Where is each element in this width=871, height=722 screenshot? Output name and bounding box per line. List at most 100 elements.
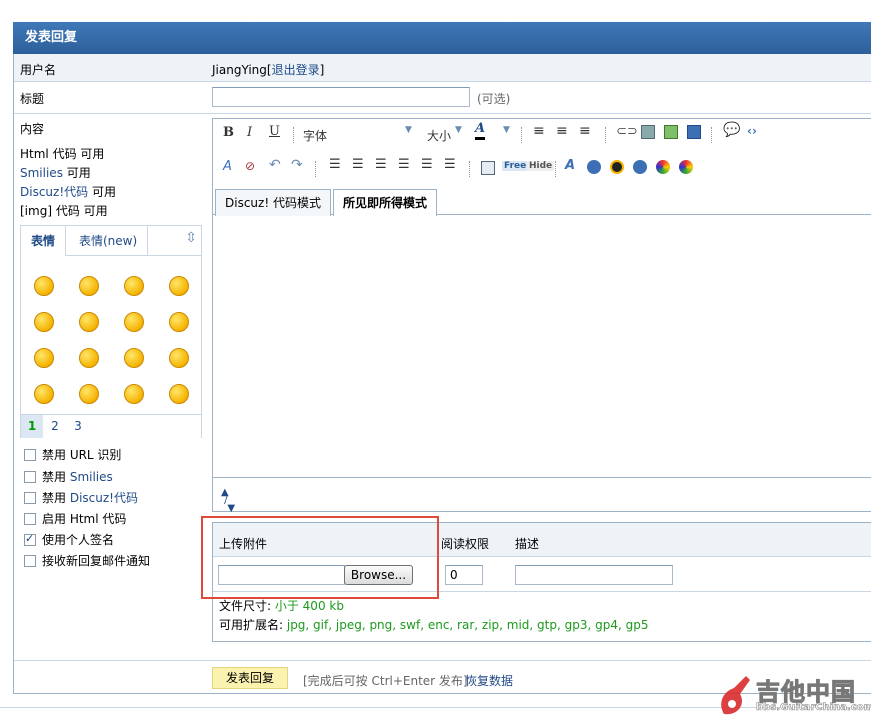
username-value: JiangYing[退出登录] <box>212 61 324 78</box>
restore-data-link[interactable]: 恢复数据 <box>465 672 513 689</box>
link-icon[interactable]: ⊂⊃ <box>616 124 638 139</box>
smiley-icon[interactable] <box>124 276 144 296</box>
read-permission-input[interactable]: 0 <box>445 565 483 585</box>
discuz-code-link[interactable]: Discuz!代码 <box>70 491 138 505</box>
italic-icon[interactable]: I <box>247 125 252 140</box>
smiley-icon[interactable] <box>169 384 189 404</box>
table-icon[interactable] <box>481 161 495 175</box>
smilies-pager: 1 2 3 <box>21 414 201 438</box>
free-icon[interactable]: Free <box>502 161 529 171</box>
hide-icon[interactable]: Hide <box>527 161 555 171</box>
image-icon[interactable] <box>664 125 678 139</box>
subject-optional-hint: (可选) <box>477 92 511 106</box>
align-left-icon[interactable]: ≡ <box>533 123 545 139</box>
guitarchina-watermark: 吉他中国 bbs.GuitarChina.com <box>716 672 871 720</box>
gtp-icon[interactable] <box>656 160 670 174</box>
submit-button[interactable]: 发表回复 <box>212 667 288 689</box>
subject-input[interactable] <box>212 87 470 107</box>
rm-icon[interactable] <box>633 160 647 174</box>
option-email-notify[interactable]: 接收新回复邮件通知 <box>24 554 150 568</box>
discuz-code-link[interactable]: Discuz!代码 <box>20 185 88 199</box>
smiley-icon[interactable] <box>169 276 189 296</box>
editor-toolbar: B I U 字体 ▼ 大小 ▼ A ▼ ≡ ≡ ≡ ⊂⊃ 💬 ‹› A ⊘ ↶ … <box>213 119 871 189</box>
username-label: 用户名 <box>20 63 57 77</box>
expand-arrows-icon[interactable]: ⇳ <box>185 230 197 246</box>
page-1[interactable]: 1 <box>21 415 43 438</box>
tab-wysiwyg-mode[interactable]: 所见即所得模式 <box>333 189 438 217</box>
resize-arrows-icon[interactable]: ▲ / ▼ <box>221 488 235 514</box>
gp-icon[interactable] <box>679 160 693 174</box>
smiley-icon[interactable] <box>124 312 144 332</box>
submit-hint: [完成后可按 Ctrl+Enter 发布] <box>303 674 468 688</box>
chevron-down-icon[interactable]: ▼ <box>503 125 510 135</box>
flash-icon[interactable] <box>587 160 601 174</box>
bold-icon[interactable]: B <box>223 125 234 140</box>
qq-icon[interactable] <box>610 160 624 174</box>
option-disable-smilies[interactable]: 禁用 Smilies <box>24 470 113 484</box>
checkbox-icon[interactable] <box>24 554 36 567</box>
chevron-down-icon[interactable]: ▼ <box>455 125 462 135</box>
tab-smilies-new[interactable]: 表情(new) <box>69 226 149 256</box>
checkbox-checked-icon[interactable] <box>24 532 36 546</box>
float-right-icon[interactable]: ☰ <box>444 157 456 172</box>
smilies-tabs: 表情 表情(new) ⇳ <box>21 226 201 256</box>
redo-icon[interactable]: ↷ <box>291 157 303 173</box>
smilies-link[interactable]: Smilies <box>70 470 113 484</box>
tab-smilies[interactable]: 表情 <box>21 226 67 256</box>
checkbox-icon[interactable] <box>24 512 36 525</box>
outdent-icon[interactable]: ☰ <box>375 157 387 172</box>
align-right-icon[interactable]: ≡ <box>579 123 591 139</box>
align-center-icon[interactable]: ≡ <box>556 123 568 139</box>
page-3[interactable]: 3 <box>67 415 89 438</box>
description-input[interactable] <box>515 565 673 585</box>
logout-link[interactable]: 退出登录 <box>272 63 320 77</box>
underline-icon[interactable]: U <box>269 124 280 139</box>
option-enable-html[interactable]: 启用 Html 代码 <box>24 512 126 526</box>
option-disable-url[interactable]: 禁用 URL 识别 <box>24 448 121 462</box>
note-smilies: Smilies 可用 <box>20 166 91 180</box>
smiley-icon[interactable] <box>79 348 99 368</box>
smiley-icon[interactable] <box>79 312 99 332</box>
undo-icon[interactable]: ↶ <box>269 157 281 173</box>
unlink-icon[interactable]: ⊘ <box>245 159 255 173</box>
guitar-logo-icon <box>721 676 750 715</box>
smiley-icon[interactable] <box>124 384 144 404</box>
smiley-icon[interactable] <box>124 348 144 368</box>
tab-discuz-code-mode[interactable]: Discuz! 代码模式 <box>215 189 331 216</box>
smiley-icon[interactable] <box>79 276 99 296</box>
unordered-list-icon[interactable]: ☰ <box>352 157 364 172</box>
smilies-link[interactable]: Smilies <box>20 166 63 180</box>
rich-text-editor: B I U 字体 ▼ 大小 ▼ A ▼ ≡ ≡ ≡ ⊂⊃ 💬 ‹› A ⊘ ↶ … <box>212 118 871 514</box>
indent-icon[interactable]: ☰ <box>398 157 410 172</box>
quote-icon[interactable]: 💬 <box>723 122 740 138</box>
highlight-box <box>201 516 439 599</box>
font-select[interactable]: 字体 <box>303 127 327 144</box>
option-disable-discuz[interactable]: 禁用 Discuz!代码 <box>24 491 138 505</box>
smiley-icon[interactable] <box>79 384 99 404</box>
text-color-icon[interactable]: A <box>475 121 486 140</box>
ordered-list-icon[interactable]: ☰ <box>329 157 341 172</box>
chevron-down-icon[interactable]: ▼ <box>405 125 412 135</box>
code-icon[interactable]: ‹› <box>747 124 757 138</box>
editor-content-area[interactable] <box>213 216 871 478</box>
email-icon[interactable] <box>641 125 655 139</box>
smiley-icon[interactable] <box>169 312 189 332</box>
smiley-icon[interactable] <box>34 348 54 368</box>
smiley-icon[interactable] <box>34 384 54 404</box>
smilies-panel: 表情 表情(new) ⇳ 1 2 3 <box>20 225 202 438</box>
smiley-icon[interactable] <box>169 348 189 368</box>
checkbox-icon[interactable] <box>24 491 36 504</box>
checkbox-icon[interactable] <box>24 448 36 461</box>
smiley-icon[interactable] <box>34 312 54 332</box>
float-left-icon[interactable]: ☰ <box>421 157 433 172</box>
checkbox-icon[interactable] <box>24 470 36 483</box>
col-description: 描述 <box>515 537 540 551</box>
remove-format-icon[interactable]: A <box>223 159 232 174</box>
note-img: [img] 代码 可用 <box>20 204 108 218</box>
media-icon[interactable] <box>687 125 701 139</box>
size-select[interactable]: 大小 <box>427 127 451 144</box>
font-style-icon[interactable]: A <box>565 158 575 173</box>
option-use-signature[interactable]: 使用个人签名 <box>24 532 114 547</box>
smiley-icon[interactable] <box>34 276 54 296</box>
page-2[interactable]: 2 <box>44 415 66 438</box>
